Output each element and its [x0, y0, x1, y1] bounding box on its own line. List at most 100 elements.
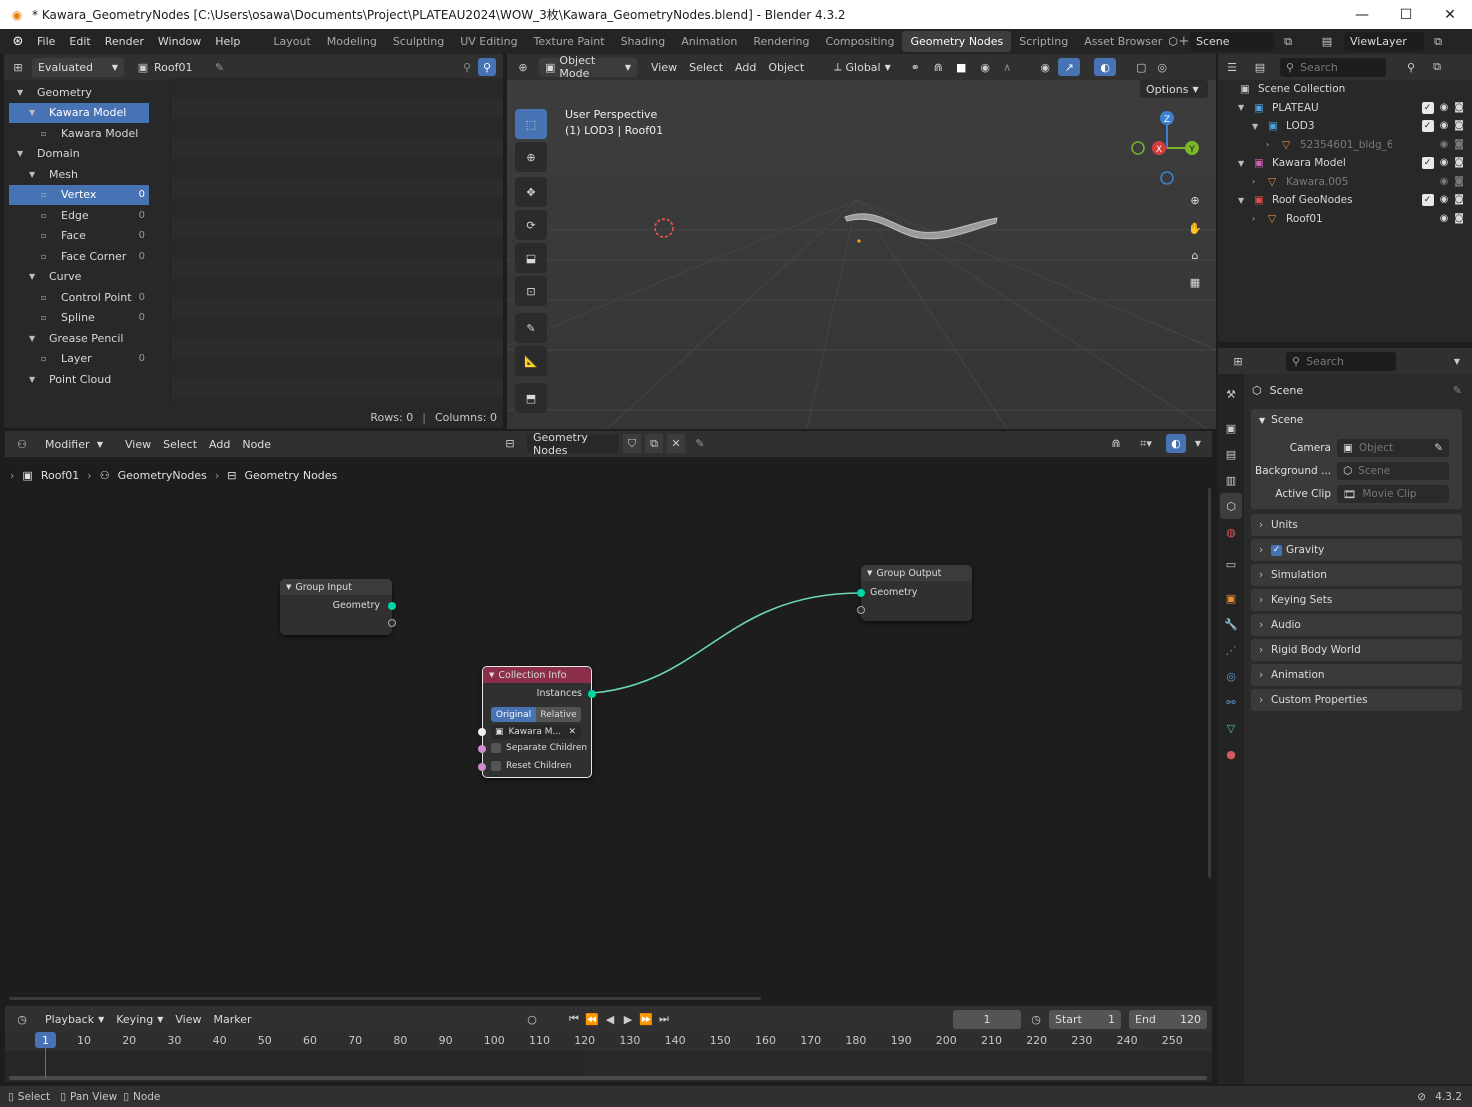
properties-section[interactable]: › Custom Properties [1251, 689, 1462, 711]
active-clip-field[interactable]: 🎞 Movie Clip [1337, 485, 1449, 503]
new-collection-icon[interactable]: ⧉ [1426, 60, 1448, 74]
group-output-node[interactable]: ▼ Group Output Geometry [857, 565, 972, 621]
playhead[interactable]: 1 [35, 1032, 56, 1048]
spreadsheet-tree-item[interactable]: ▫ Layer 0 [9, 349, 149, 370]
background-field[interactable]: ⬡ Scene [1337, 462, 1449, 480]
viewport-hide-icon[interactable] [1422, 176, 1434, 187]
annotate-tool[interactable]: ✎ [515, 313, 547, 343]
transform-orientation-dropdown[interactable]: ⟂ Global ▼ [828, 58, 902, 77]
properties-section[interactable]: › Keying Sets [1251, 589, 1462, 611]
data-tab-icon[interactable]: ▽ [1220, 715, 1242, 741]
scene-tab-icon[interactable]: ⬡ [1220, 493, 1242, 519]
snap-options-icon[interactable]: ⌗▾ [1130, 434, 1162, 453]
camera-icon[interactable]: ◙ [1454, 120, 1464, 132]
node-menu-add[interactable]: Add [203, 438, 236, 451]
outliner-search-input[interactable]: ⚲ Search [1280, 57, 1386, 77]
node-editor-type-icon[interactable]: ⚇ [5, 438, 39, 451]
outliner-row[interactable]: › ▽ Roof01 ◉ ◙ [1218, 210, 1472, 229]
chevron-down-icon[interactable]: ▼ [1252, 122, 1264, 131]
chevron-down-icon[interactable]: › [1266, 140, 1278, 149]
group-output-empty-socket[interactable] [857, 606, 865, 614]
menu-window[interactable]: Window [151, 35, 208, 48]
tab-texture-paint[interactable]: Texture Paint [526, 31, 613, 52]
outliner-row[interactable]: ▼ ▣ PLATEAU ✓ ◉ ◙ [1218, 99, 1472, 118]
chevron-down-icon[interactable]: › [1252, 177, 1264, 186]
reset-children-checkbox[interactable] [491, 761, 501, 771]
viewlayer-icon[interactable]: ▤ [1314, 32, 1340, 51]
camera-view-icon[interactable]: ⌂ [1183, 243, 1207, 267]
tab-animation[interactable]: Animation [673, 31, 745, 52]
chevron-down-icon[interactable]: ▼ [1454, 357, 1460, 366]
menu-help[interactable]: Help [208, 35, 247, 48]
snap-target-icon[interactable]: ■ [948, 61, 974, 74]
keying-dropdown[interactable]: Keying ▼ [110, 1010, 169, 1029]
group-input-node[interactable]: ▼ Group Input Geometry [280, 579, 396, 635]
scene-icon[interactable]: ⬡ [1160, 32, 1186, 51]
exclude-checkbox[interactable]: ✓ [1421, 101, 1434, 114]
properties-section[interactable]: › Rigid Body World [1251, 639, 1462, 661]
gizmo-toggle-icon[interactable]: ↗ [1058, 58, 1081, 76]
particles-tab-icon[interactable]: ⋰ [1220, 637, 1242, 663]
snap-icon[interactable]: ⋒ [1106, 434, 1126, 453]
cursor-tool[interactable]: ⊕ [515, 142, 547, 172]
viewlayer-selector[interactable]: ViewLayer [1344, 32, 1424, 51]
transform-relative-toggle[interactable]: Relative [536, 707, 581, 722]
eye-icon[interactable]: ◉ [1440, 120, 1449, 132]
instances-output-socket[interactable] [588, 690, 596, 698]
render-tab-icon[interactable]: ▣ [1220, 415, 1242, 441]
jump-end-icon[interactable]: ⏭ [655, 1010, 673, 1028]
proportional-edit-icon[interactable]: ◉ [974, 61, 996, 74]
snap-icon[interactable]: ⋒ [928, 61, 948, 74]
node-tree-type-dropdown[interactable]: Modifier ▼ [39, 435, 109, 454]
exclude-checkbox[interactable]: ✓ [1421, 120, 1434, 133]
pin-icon[interactable]: ✎ [208, 61, 230, 74]
timeline-scrollbar[interactable] [9, 1076, 1207, 1080]
new-viewlayer-icon[interactable]: ⧉ [1428, 32, 1448, 51]
eye-icon[interactable]: ◉ [1440, 176, 1449, 187]
pivot-icon[interactable]: ⚭ [902, 61, 928, 74]
outliner-filter-icon[interactable]: ⚲ [1396, 61, 1426, 74]
outliner-row[interactable]: › ▽ 52354601_bldg_6 ◉ ◙ [1218, 136, 1472, 155]
options-dropdown[interactable]: Options ▼ [1140, 80, 1208, 98]
outliner-row[interactable]: › ▽ Kawara.005 ◉ ◙ [1218, 173, 1472, 192]
tab-geometry-nodes[interactable]: Geometry Nodes [902, 31, 1012, 52]
camera-icon[interactable]: ◙ [1454, 102, 1464, 114]
spreadsheet-tree-item[interactable]: ▼ Grease Pencil [9, 328, 149, 349]
chevron-down-icon[interactable]: ▼ [1238, 103, 1250, 112]
tab-rendering[interactable]: Rendering [745, 31, 817, 52]
spreadsheet-tree-item[interactable]: ▼ Mesh [9, 164, 149, 185]
tab-sculpting[interactable]: Sculpting [385, 31, 452, 52]
outliner-editor-type-icon[interactable]: ☰ [1218, 61, 1246, 74]
tab-modeling[interactable]: Modeling [319, 31, 385, 52]
viewport-menu-select[interactable]: Select [683, 61, 729, 74]
menu-edit[interactable]: Edit [62, 35, 97, 48]
tab-uv-editing[interactable]: UV Editing [452, 31, 525, 52]
breadcrumb-modifier[interactable]: GeometryNodes [118, 469, 207, 482]
rotate-tool[interactable]: ⟳ [515, 210, 547, 240]
outliner-row[interactable]: ▼ ▣ LOD3 ✓ ◉ ◙ [1218, 117, 1472, 136]
properties-section[interactable]: › Audio [1251, 614, 1462, 636]
pan-hand-icon[interactable]: ✋ [1183, 216, 1207, 240]
select-box-tool[interactable]: ⬚ [515, 109, 547, 139]
spreadsheet-tree-item[interactable]: ▫ Edge 0 [9, 205, 149, 226]
viewport-menu-view[interactable]: View [645, 61, 683, 74]
collection-tab-icon[interactable]: ▭ [1220, 551, 1242, 577]
wireframe-shading-icon[interactable]: ◎ [1152, 61, 1172, 74]
reset-children-socket[interactable] [478, 763, 486, 771]
physics-tab-icon[interactable]: ◎ [1220, 663, 1242, 689]
pin-icon[interactable]: ✎ [689, 434, 711, 453]
auto-keying-icon[interactable]: ○ [523, 1010, 541, 1028]
play-reverse-icon[interactable]: ◀ [601, 1010, 619, 1028]
spreadsheet-tree-item[interactable]: ▫ Spline 0 [9, 308, 149, 329]
spreadsheet-tree-item[interactable]: ▼ Point Cloud [9, 369, 149, 390]
unlink-icon[interactable]: ✕ [667, 434, 685, 453]
constraints-tab-icon[interactable]: ⚯ [1220, 689, 1242, 715]
spreadsheet-tree-item[interactable]: ▫ Vertex 0 [9, 184, 149, 205]
collection-input-socket[interactable] [478, 728, 486, 736]
material-tab-icon[interactable]: ● [1220, 741, 1242, 767]
node-overlay-icon[interactable]: ◐ [1166, 434, 1186, 453]
tab-layout[interactable]: Layout [265, 31, 318, 52]
spreadsheet-tree-item[interactable]: ▼ Domain [9, 144, 149, 165]
spreadsheet-tree-item[interactable]: ▫ Kawara Model [9, 123, 149, 144]
jump-keyframe-back-icon[interactable]: ⏪ [583, 1010, 601, 1028]
